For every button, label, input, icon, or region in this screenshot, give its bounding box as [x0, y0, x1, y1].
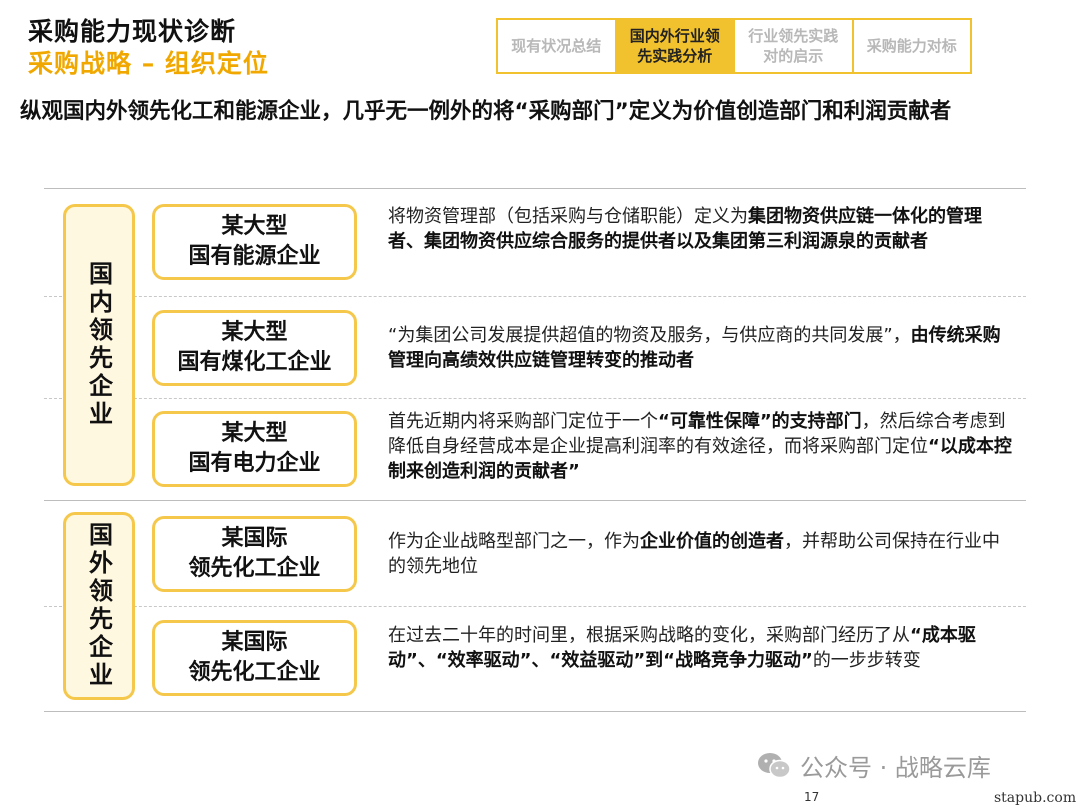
section-nav: 现有状况总结 国内外行业领 先实践分析 行业领先实践 对的启示 采购能力对标 [496, 18, 972, 74]
entity-label-line1: 某大型 [221, 421, 288, 446]
divider [44, 398, 1026, 399]
divider [44, 606, 1026, 607]
divider [44, 711, 1026, 712]
page-number: 17 [804, 790, 820, 804]
page-title: 采购能力现状诊断 [28, 17, 237, 46]
row-description: 作为企业战略型部门之一，作为企业价值的创造者，并帮助公司保持在行业中的领先地位 [388, 529, 1013, 579]
desc-text: 的一步步转变 [812, 650, 921, 671]
row-description: 在过去二十年的时间里，根据采购战略的变化，采购部门经历了从“成本驱动”、“效率驱… [388, 623, 1013, 673]
entity-box: 某大型 国有电力企业 [152, 411, 357, 487]
entity-label-line1: 某大型 [221, 320, 288, 345]
divider [44, 500, 1026, 501]
desc-text: 首先近期内将采购部门定位于一个 [388, 411, 658, 432]
group-domestic: 国内领先企业 [63, 204, 135, 486]
entity-box: 某大型 国有能源企业 [152, 204, 357, 280]
desc-text: 将物资管理部（包括采购与仓储职能）定义为 [388, 206, 748, 227]
page-subtitle: 采购战略 – 组织定位 [28, 49, 269, 78]
entity-box: 某大型 国有煤化工企业 [152, 310, 357, 386]
row-description: 首先近期内将采购部门定位于一个“可靠性保障”的支持部门，然后综合考虑到降低自身经… [388, 409, 1013, 484]
tab-current-status[interactable]: 现有状况总结 [498, 20, 617, 72]
watermark-text: 公众号 · 战略云库 [800, 754, 991, 782]
tab-practice-insights[interactable]: 行业领先实践 对的启示 [735, 20, 854, 72]
divider [44, 188, 1026, 189]
entity-label-line2: 国有煤化工企业 [177, 350, 332, 375]
entity-label-line1: 某国际 [221, 526, 288, 551]
entity-label-line1: 某国际 [221, 630, 288, 655]
entity-label-line2: 国有电力企业 [188, 451, 321, 476]
entity-label-line2: 国有能源企业 [188, 244, 321, 269]
desc-text: 作为企业战略型部门之一，作为 [388, 531, 640, 552]
watermark: 公众号 · 战略云库 [756, 748, 991, 783]
wechat-icon [758, 752, 791, 778]
desc-text: “为集团公司发展提供超值的物资及服务，与供应商的共同发展”， [388, 325, 911, 346]
entity-label-line2: 领先化工企业 [188, 660, 321, 685]
entity-box: 某国际 领先化工企业 [152, 620, 357, 696]
row-description: “为集团公司发展提供超值的物资及服务，与供应商的共同发展”，由传统采购管理向高绩… [388, 323, 1013, 373]
row-description: 将物资管理部（包括采购与仓储职能）定义为集团物资供应链一体化的管理者、集团物资供… [388, 204, 1013, 254]
desc-text: 在过去二十年的时间里，根据采购战略的变化，采购部门经历了从 [388, 625, 910, 646]
tab-industry-practice[interactable]: 国内外行业领 先实践分析 [616, 20, 735, 72]
desc-emphasis: “可靠性保障”的支持部门 [658, 411, 862, 432]
site-watermark: stapub.com [994, 790, 1077, 806]
divider [44, 296, 1026, 297]
tab-benchmark[interactable]: 采购能力对标 [854, 20, 971, 72]
group-foreign: 国外领先企业 [63, 512, 135, 700]
entity-label-line1: 某大型 [221, 214, 288, 239]
entity-label-line2: 领先化工企业 [188, 556, 321, 581]
headline: 纵观国内外领先化工和能源企业，几乎无一例外的将“采购部门”定义为价值创造部门和利… [20, 99, 952, 124]
group-label-foreign: 国外领先企业 [84, 522, 113, 690]
entity-box: 某国际 领先化工企业 [152, 516, 357, 592]
group-label-domestic: 国内领先企业 [84, 261, 113, 429]
desc-emphasis: 企业价值的创造者 [640, 531, 784, 552]
